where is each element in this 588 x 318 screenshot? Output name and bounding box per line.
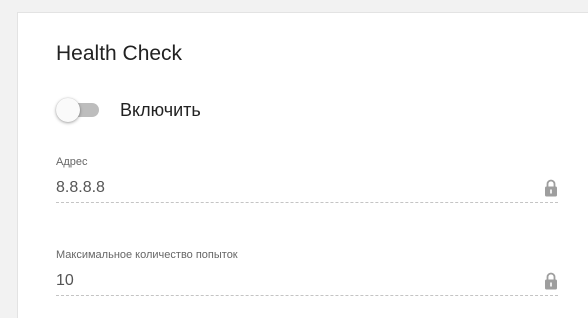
enable-toggle[interactable]: Включить	[56, 95, 201, 125]
address-label: Адрес	[56, 156, 88, 168]
max-attempts-input[interactable]: 10	[56, 271, 558, 296]
max-attempts-field: Максимальное количество попыток 10	[56, 249, 558, 296]
address-input[interactable]: 8.8.8.8	[56, 178, 558, 203]
address-field: Адрес 8.8.8.8	[56, 156, 558, 203]
section-title: Health Check	[56, 42, 183, 65]
address-value: 8.8.8.8	[56, 179, 105, 196]
lock-icon	[545, 272, 557, 290]
toggle-switch[interactable]	[56, 97, 102, 123]
health-check-panel: Health Check Включить Адрес 8.8.8.8 Макс…	[17, 12, 588, 318]
toggle-thumb	[56, 98, 80, 122]
lock-icon	[545, 179, 557, 197]
toggle-label: Включить	[120, 99, 201, 120]
max-attempts-value: 10	[56, 272, 74, 289]
max-attempts-label: Максимальное количество попыток	[56, 249, 238, 261]
